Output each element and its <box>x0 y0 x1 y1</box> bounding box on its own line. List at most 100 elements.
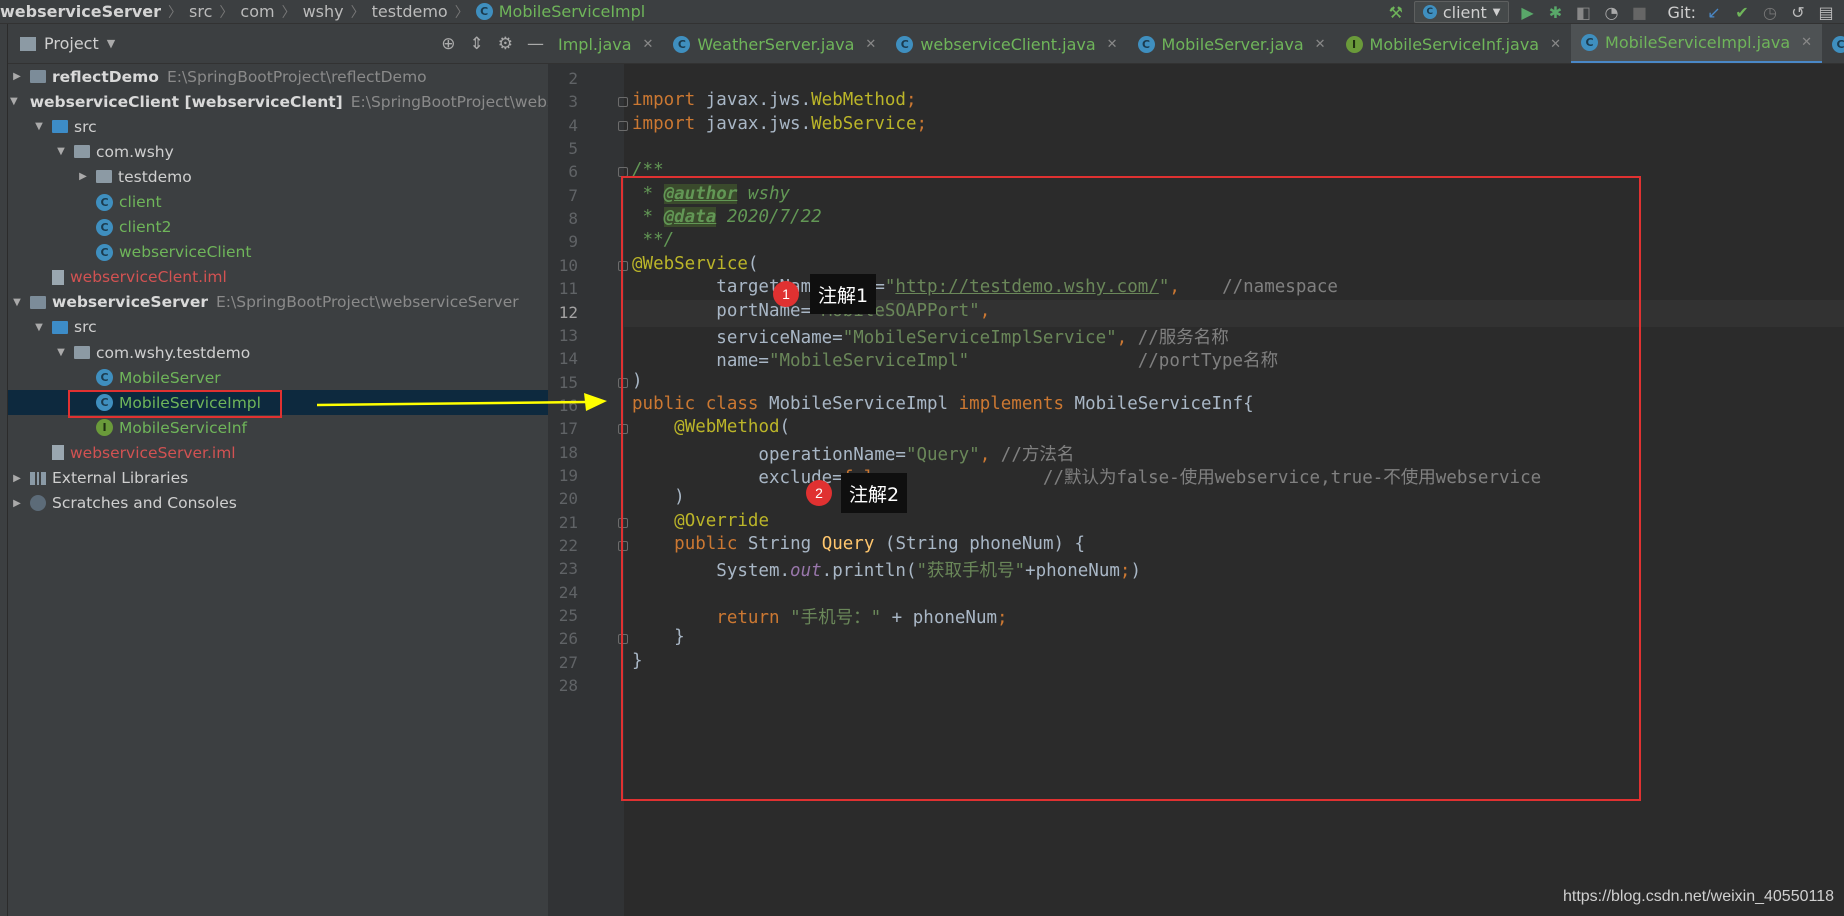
expanded-arrow-icon[interactable]: ▼ <box>54 146 68 157</box>
build-hammer-icon[interactable]: ⚒ <box>1386 2 1406 22</box>
package-icon <box>74 145 90 159</box>
class-icon: C <box>96 369 113 387</box>
toolbar: ⚒ C client ▼ ▶ ✱ ◧ ◔ ■ Git: ↙ ✔ ◷ ↺ ▤ <box>1386 0 1844 24</box>
editor-tab[interactable]: Cclient.java✕ <box>1822 24 1844 63</box>
git-history-icon[interactable]: ◷ <box>1760 2 1780 22</box>
tree-item-label: MobileServer <box>119 368 221 387</box>
expanded-arrow-icon[interactable]: ▼ <box>10 96 18 107</box>
collapsed-arrow-icon[interactable]: ▶ <box>10 71 24 82</box>
profile-icon[interactable]: ◔ <box>1601 2 1621 22</box>
editor-tab[interactable]: CwebserviceClient.java ✕ <box>886 24 1127 63</box>
revert-icon[interactable]: ↺ <box>1788 2 1808 22</box>
editor-tab[interactable]: C MobileServiceImpl.java ✕ <box>1571 24 1823 63</box>
project-view-title[interactable]: Project <box>44 34 99 53</box>
code-token: import <box>632 113 706 134</box>
line-number: 11 <box>558 279 578 299</box>
fold-marker-icon[interactable] <box>618 120 628 131</box>
tree-item[interactable]: webserviceServer.iml <box>8 440 548 465</box>
gear-icon[interactable]: ⚙ <box>498 34 513 54</box>
collapsed-arrow-icon[interactable]: ▶ <box>10 473 24 484</box>
tree-item[interactable]: Cclient2 <box>8 215 548 240</box>
coverage-icon[interactable]: ◧ <box>1573 2 1593 22</box>
close-icon[interactable]: ✕ <box>1550 37 1561 52</box>
scratches-icon <box>30 495 46 512</box>
tree-item[interactable]: ▶ Scratches and Consoles <box>8 491 548 516</box>
tree-item[interactable]: ▶ testdemo <box>8 164 548 189</box>
line-number: 2 <box>568 69 578 88</box>
breadcrumb-separator-icon: 〉 <box>281 4 296 21</box>
run-configuration-select[interactable]: C client ▼ <box>1413 1 1510 23</box>
expanded-arrow-icon[interactable]: ▼ <box>32 121 46 132</box>
tree-item[interactable]: C MobileServer <box>8 365 548 390</box>
editor-tab[interactable]: Impl.java ✕ <box>548 24 663 63</box>
run-icon[interactable]: ▶ <box>1517 2 1537 22</box>
tree-item[interactable]: ▼ com.wshy.testdemo <box>8 340 548 365</box>
tree-item[interactable]: Cclient <box>8 189 548 214</box>
tree-item[interactable]: CwebserviceClient <box>8 240 548 265</box>
line-number: 17 <box>558 419 578 439</box>
stop-icon[interactable]: ■ <box>1629 2 1649 22</box>
tree-item[interactable]: ▼ src <box>8 114 548 139</box>
expanded-arrow-icon[interactable]: ▼ <box>32 322 46 333</box>
tree-item[interactable]: ▼ src <box>8 315 548 340</box>
expanded-arrow-icon[interactable]: ▼ <box>54 347 68 358</box>
code-line[interactable]: import javax.jws.WebMethod; <box>632 90 917 110</box>
tree-item[interactable]: ▶ External Libraries <box>8 466 548 491</box>
package-icon <box>74 346 90 360</box>
collapsed-arrow-icon[interactable]: ▶ <box>10 498 24 509</box>
breadcrumb-item-class[interactable]: MobileServiceImpl <box>499 2 646 21</box>
breadcrumb-separator-icon: 〉 <box>350 4 365 21</box>
tree-item-label: client2 <box>119 218 172 237</box>
tree-item-label: src <box>74 318 97 337</box>
close-icon[interactable]: ✕ <box>1107 37 1118 52</box>
locate-icon[interactable]: ⊕ <box>441 34 455 54</box>
project-structure-icon[interactable]: ▤ <box>1816 2 1836 22</box>
git-commit-icon[interactable]: ✔ <box>1732 2 1752 22</box>
module-folder-icon <box>30 70 46 84</box>
tree-item-path: E:\SpringBootProject\reflectDemo <box>166 67 427 86</box>
line-number: 14 <box>558 349 578 369</box>
tree-item-label: testdemo <box>118 167 192 186</box>
editor-tab[interactable]: I MobileServiceInf.java ✕ <box>1336 24 1571 63</box>
tree-item[interactable]: ▼ webserviceServer E:\SpringBootProject\we… <box>8 290 548 315</box>
callout-badge-2: 2 <box>806 480 832 506</box>
close-icon[interactable]: ✕ <box>865 37 876 52</box>
tree-item[interactable]: webserviceClent.iml <box>8 265 548 290</box>
breadcrumb-item-src[interactable]: src <box>189 2 212 21</box>
tree-item[interactable]: ▼ com.wshy <box>8 139 548 164</box>
collapse-all-icon[interactable]: ⇕ <box>470 34 484 54</box>
editor-tab-label: Impl.java <box>558 34 632 54</box>
line-number: 7 <box>568 185 578 205</box>
breadcrumb-item-wshy[interactable]: wshy <box>303 2 344 21</box>
editor-tab[interactable]: C WeatherServer.java ✕ <box>663 24 886 63</box>
close-icon[interactable]: ✕ <box>643 37 654 52</box>
line-number: 5 <box>568 139 578 159</box>
tree-item[interactable]: ▶ reflectDemo E:\SpringBootProject\reflect… <box>8 64 548 89</box>
breadcrumb-item-com[interactable]: com <box>240 2 274 21</box>
hide-icon[interactable]: — <box>527 34 544 54</box>
fold-marker-icon[interactable] <box>618 97 628 108</box>
editor-tab[interactable]: C MobileServer.java ✕ <box>1128 24 1336 63</box>
breadcrumb-item-project[interactable]: webserviceServer <box>0 2 161 21</box>
package-icon <box>96 170 112 184</box>
code-line[interactable]: import javax.jws.WebService; <box>632 114 927 134</box>
code-token: ; <box>916 113 928 134</box>
tree-item[interactable]: ▼ webserviceClient [webserviceClent] E:\Sp… <box>8 89 584 114</box>
tree-item[interactable]: I MobileServiceInf <box>8 415 548 440</box>
tree-item-label: Scratches and Consoles <box>52 494 237 513</box>
tree-item-label: reflectDemo <box>52 67 159 86</box>
line-number: 6 <box>568 162 578 182</box>
project-panel-header: Project ▼ ⊕ ⇕ ⚙ — <box>8 24 548 64</box>
close-icon[interactable]: ✕ <box>1801 35 1812 50</box>
line-number: 3 <box>568 92 578 112</box>
chevron-down-icon[interactable]: ▼ <box>107 37 115 50</box>
expanded-arrow-icon[interactable]: ▼ <box>10 297 24 308</box>
project-tree: ▶ reflectDemo E:\SpringBootProject\reflect… <box>8 64 584 516</box>
debug-icon[interactable]: ✱ <box>1545 2 1565 22</box>
close-icon[interactable]: ✕ <box>1315 37 1326 52</box>
git-update-icon[interactable]: ↙ <box>1704 2 1724 22</box>
breadcrumb-item-testdemo[interactable]: testdemo <box>372 2 448 21</box>
collapsed-arrow-icon[interactable]: ▶ <box>76 171 90 182</box>
class-icon: C <box>475 3 493 20</box>
breadcrumb: webserviceServer 〉 src 〉 com 〉 wshy 〉 testde… <box>0 0 645 24</box>
